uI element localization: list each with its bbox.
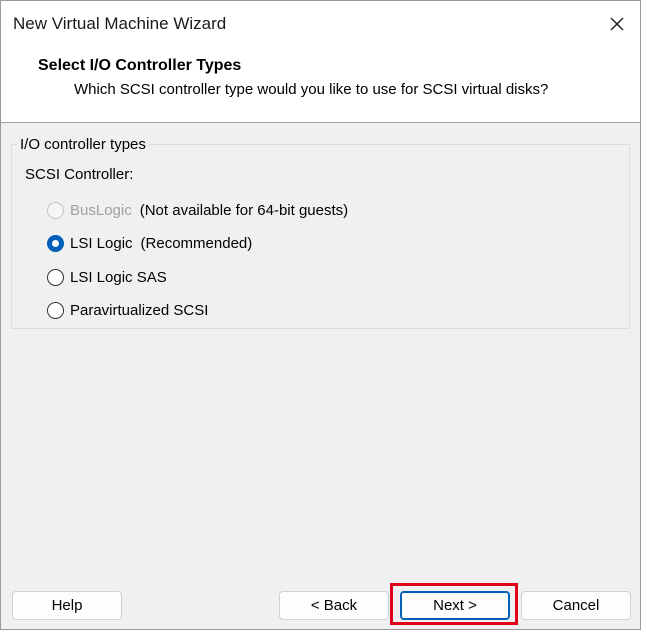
option-label: BusLogic (70, 201, 132, 219)
radio-lsi-logic-sas[interactable]: LSI Logic SAS (47, 266, 167, 288)
cancel-button[interactable]: Cancel (521, 591, 631, 620)
wizard-window: New Virtual Machine Wizard Select I/O Co… (0, 0, 641, 630)
radio-button-paravirtualized-scsi[interactable] (47, 301, 64, 319)
option-note: (Not available for 64-bit guests) (139, 201, 349, 219)
radio-lsi-logic[interactable]: LSI Logic (Recommended) (47, 232, 252, 254)
option-label: LSI Logic SAS (70, 268, 167, 286)
radio-buslogic: BusLogic (Not available for 64-bit guest… (47, 199, 348, 221)
close-button[interactable] (594, 1, 640, 47)
radio-button-lsi-logic-sas[interactable] (47, 268, 64, 286)
next-button[interactable]: Next > (400, 591, 510, 620)
page-subtitle: Which SCSI controller type would you lik… (74, 81, 549, 98)
close-icon (610, 17, 624, 31)
radio-button-lsi-logic[interactable] (47, 234, 64, 252)
page-title: Select I/O Controller Types (38, 57, 242, 74)
radio-paravirtualized-scsi[interactable]: Paravirtualized SCSI (47, 299, 208, 321)
option-note: (Recommended) (140, 234, 253, 252)
option-label: Paravirtualized SCSI (70, 301, 209, 319)
back-button[interactable]: < Back (279, 591, 389, 620)
group-legend: I/O controller types (17, 136, 149, 153)
help-button[interactable]: Help (12, 591, 122, 620)
window-title: New Virtual Machine Wizard (13, 14, 227, 33)
wizard-header: Select I/O Controller Types Which SCSI c… (1, 47, 640, 123)
scsi-controller-label: SCSI Controller: (25, 166, 134, 183)
option-label: LSI Logic (70, 234, 133, 252)
radio-button-buslogic (47, 201, 64, 219)
title-bar: New Virtual Machine Wizard (1, 1, 640, 47)
